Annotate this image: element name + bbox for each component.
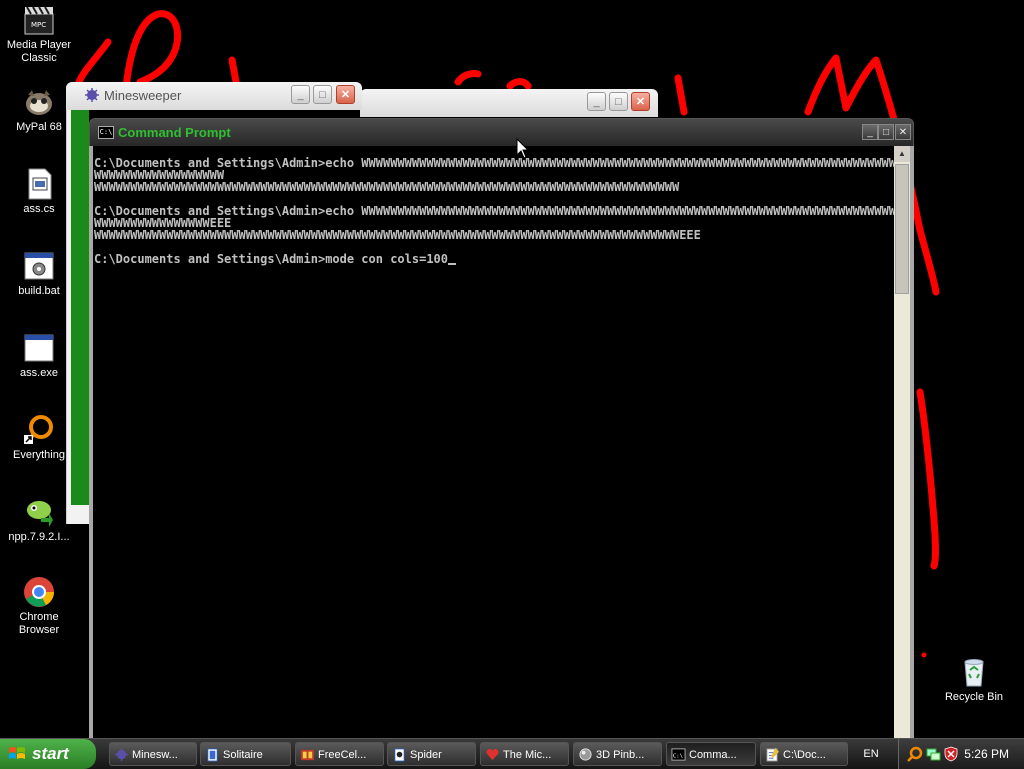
cmd-icon: C:\ — [98, 126, 114, 139]
minesweeper-icon — [114, 747, 129, 762]
taskbar-button-minesweeper[interactable]: Minesw... — [109, 742, 197, 766]
start-label: start — [32, 744, 69, 763]
background-window[interactable]: _ □ ✕ — [360, 89, 658, 117]
mouse-pointer-icon — [516, 138, 530, 159]
console-area[interactable]: C:\Documents and Settings\Admin>echo WWW… — [89, 146, 914, 768]
desktop-icon-label: Chrome Browser — [18, 611, 60, 636]
console-line: WWWWWWWWWWWWWWWWWWWWWWWWWWWWWWWWWWWWWWWW… — [94, 180, 680, 194]
svg-text:C:\: C:\ — [673, 753, 683, 759]
taskbar-button-spider[interactable]: Spider — [387, 742, 476, 766]
system-tray: 5:26 PM — [898, 739, 1024, 769]
language-indicator[interactable]: EN — [851, 739, 891, 769]
taskbar-button-label: C:\Doc... — [783, 749, 826, 761]
clock[interactable]: 5:26 PM — [964, 739, 1009, 769]
taskbar-button-solitaire[interactable]: Solitaire — [200, 742, 291, 766]
pinball-icon — [579, 748, 592, 761]
close-button[interactable]: ✕ — [895, 124, 911, 140]
minesweeper-green-area — [71, 110, 89, 505]
taskbar-button-label: Solitaire — [223, 749, 263, 761]
desktop-icon-chrome[interactable]: Chrome Browser — [1, 576, 77, 637]
close-button[interactable]: ✕ — [336, 85, 355, 104]
search-tray-icon[interactable] — [907, 746, 923, 762]
notepad-icon — [766, 747, 780, 762]
desktop-icon-label: Media Player Classic — [6, 39, 72, 64]
taskbar-button-label: Spider — [410, 749, 442, 761]
maximize-button[interactable]: □ — [609, 92, 628, 111]
network-tray-icon[interactable] — [925, 746, 941, 762]
taskbar-button-pinball[interactable]: 3D Pinb... — [573, 742, 662, 766]
command-prompt-title: Command Prompt — [118, 125, 231, 140]
solitaire-icon — [207, 748, 218, 762]
minesweeper-titlebar[interactable]: Minesweeper _ □ ✕ — [66, 82, 362, 110]
security-shield-icon[interactable] — [943, 746, 959, 762]
windows-flag-icon — [9, 747, 25, 759]
hearts-icon — [486, 749, 499, 761]
minesweeper-app-icon — [84, 87, 100, 103]
minimize-button[interactable]: _ — [291, 85, 310, 104]
minimize-button[interactable]: _ — [862, 124, 878, 140]
desktop-icon-label: npp.7.9.2.I... — [8, 531, 70, 543]
freecell-icon — [300, 749, 315, 761]
desktop-icon-media-player-classic[interactable]: MPC Media Player Classic — [1, 4, 77, 65]
maximize-button[interactable]: □ — [313, 85, 332, 104]
vertical-scrollbar[interactable]: ▲ — [894, 146, 910, 768]
minesweeper-window-frame — [66, 110, 89, 524]
scroll-up-arrow-icon[interactable]: ▲ — [894, 146, 910, 162]
taskbar-button-label: FreeCel... — [318, 749, 367, 761]
command-prompt-window[interactable]: C:\ Command Prompt _ □ ✕ C:\Documents an… — [89, 118, 914, 768]
taskbar-button-hearts[interactable]: The Mic... — [480, 742, 569, 766]
console-output[interactable]: C:\Documents and Settings\Admin>echo WWW… — [94, 157, 897, 757]
everything-icon — [23, 414, 55, 446]
taskbar-button-label: 3D Pinb... — [596, 749, 645, 761]
notepadpp-installer-icon — [23, 496, 55, 528]
console-line: WWWWWWWWWWWWWWWWWWWWWWWWWWWWWWWWWWWWWWWW… — [94, 228, 701, 242]
start-button[interactable]: start — [0, 739, 96, 769]
taskbar-button-freecell[interactable]: FreeCel... — [295, 742, 384, 766]
cmd-icon: C:\ — [671, 748, 686, 761]
taskbar-button-label: Comma... — [689, 749, 737, 761]
desktop-icon-recycle-bin[interactable]: Recycle Bin — [936, 656, 1012, 704]
close-button[interactable]: ✕ — [631, 92, 650, 111]
desktop-icon-label: Recycle Bin — [944, 691, 1004, 703]
scrollbar-thumb[interactable] — [895, 164, 909, 294]
cs-file-icon — [23, 168, 55, 200]
taskbar-button-command-prompt[interactable]: C:\ Comma... — [666, 742, 756, 766]
taskbar: start Minesw... Solitaire FreeCel... Spi… — [0, 738, 1024, 769]
svg-text:MPC: MPC — [31, 21, 46, 29]
chrome-icon — [23, 576, 55, 608]
console-line: C:\Documents and Settings\Admin>mode con… — [94, 252, 449, 266]
bat-file-icon — [23, 250, 55, 282]
minesweeper-title: Minesweeper — [104, 88, 182, 103]
taskbar-button-notepad[interactable]: C:\Doc... — [760, 742, 848, 766]
media-player-classic-icon: MPC — [23, 4, 55, 36]
background-window-titlebar[interactable]: _ □ ✕ — [360, 89, 658, 117]
recycle-bin-icon — [958, 656, 990, 688]
mypal-icon — [23, 86, 55, 118]
taskbar-button-label: Minesw... — [132, 749, 178, 761]
minimize-button[interactable]: _ — [587, 92, 606, 111]
command-prompt-titlebar[interactable]: C:\ Command Prompt _ □ ✕ — [89, 118, 914, 147]
maximize-button[interactable]: □ — [878, 124, 894, 140]
taskbar-button-label: The Mic... — [503, 749, 552, 761]
exe-file-icon — [23, 332, 55, 364]
text-cursor — [448, 263, 457, 265]
spider-icon — [394, 748, 405, 762]
